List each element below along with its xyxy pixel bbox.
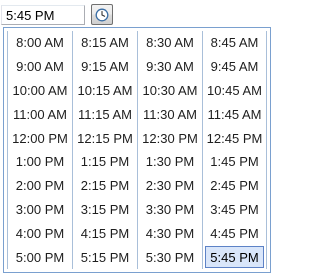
time-slot[interactable]: 4:45 PM — [205, 222, 264, 244]
time-slot[interactable]: 1:45 PM — [205, 151, 264, 173]
time-slot[interactable]: 3:30 PM — [140, 199, 200, 221]
clock-icon — [95, 8, 109, 21]
time-slot[interactable]: 5:15 PM — [75, 246, 135, 268]
time-picker: 8:00 AM9:00 AM10:00 AM11:00 AM12:00 PM1:… — [0, 0, 277, 280]
time-slot[interactable]: 8:15 AM — [75, 32, 135, 54]
time-slot[interactable]: 12:30 PM — [140, 127, 200, 149]
time-slot[interactable]: 1:30 PM — [140, 151, 200, 173]
time-column: 8:00 AM 9:00 AM 10:00 AM 11:00 AM 12:00 PM 1:… — [7, 31, 73, 269]
time-columns: 8:00 AM 9:00 AM 10:00 AM 11:00 AM 12:00 PM 1:… — [7, 31, 267, 269]
time-slot[interactable]: 8:00 AM — [10, 32, 70, 54]
time-dropdown: 8:00 AM 9:00 AM 10:00 AM 11:00 AM 12:00 PM 1:… — [3, 27, 271, 273]
time-slot[interactable]: 9:15 AM — [75, 56, 135, 78]
time-slot[interactable]: 9:30 AM — [140, 56, 200, 78]
time-slot[interactable]: 11:00 AM — [10, 103, 70, 125]
time-slot[interactable]: 1:15 PM — [75, 151, 135, 173]
time-slot[interactable]: 11:45 AM — [205, 103, 264, 125]
time-slot[interactable]: 11:15 AM — [75, 103, 135, 125]
time-slot[interactable]: 9:00 AM — [10, 56, 70, 78]
time-slot[interactable]: 12:15 PM — [75, 127, 135, 149]
time-slot-selected[interactable]: 5:45 PM — [205, 246, 264, 268]
time-input[interactable] — [1, 5, 85, 25]
time-slot[interactable]: 2:15 PM — [75, 175, 135, 197]
time-slot[interactable]: 2:00 PM — [10, 175, 70, 197]
time-slot[interactable]: 12:45 PM — [205, 127, 264, 149]
time-picker-button[interactable] — [91, 4, 113, 25]
time-slot[interactable]: 10:45 AM — [205, 80, 264, 102]
time-slot[interactable]: 4:15 PM — [75, 222, 135, 244]
time-slot[interactable]: 1:00 PM — [10, 151, 70, 173]
time-slot[interactable]: 12:00 PM — [10, 127, 70, 149]
time-slot[interactable]: 3:45 PM — [205, 199, 264, 221]
time-slot[interactable]: 5:30 PM — [140, 246, 200, 268]
time-slot[interactable]: 2:45 PM — [205, 175, 264, 197]
time-column: 8:45 AM 9:45 AM 10:45 AM 11:45 AM 12:45 PM 1:… — [202, 31, 267, 269]
time-column: 8:15 AM 9:15 AM 10:15 AM 11:15 AM 12:15 PM 1:… — [72, 31, 138, 269]
time-slot[interactable]: 4:30 PM — [140, 222, 200, 244]
time-slot[interactable]: 11:30 AM — [140, 103, 200, 125]
time-slot[interactable]: 3:00 PM — [10, 199, 70, 221]
time-slot[interactable]: 4:00 PM — [10, 222, 70, 244]
time-slot[interactable]: 2:30 PM — [140, 175, 200, 197]
time-slot[interactable]: 5:00 PM — [10, 246, 70, 268]
time-slot[interactable]: 8:30 AM — [140, 32, 200, 54]
time-slot[interactable]: 10:15 AM — [75, 80, 135, 102]
time-slot[interactable]: 10:00 AM — [10, 80, 70, 102]
time-column: 8:30 AM 9:30 AM 10:30 AM 11:30 AM 12:30 PM 1:… — [137, 31, 203, 269]
time-slot[interactable]: 3:15 PM — [75, 199, 135, 221]
time-slot[interactable]: 8:45 AM — [205, 32, 264, 54]
time-slot[interactable]: 10:30 AM — [140, 80, 200, 102]
time-slot[interactable]: 9:45 AM — [205, 56, 264, 78]
